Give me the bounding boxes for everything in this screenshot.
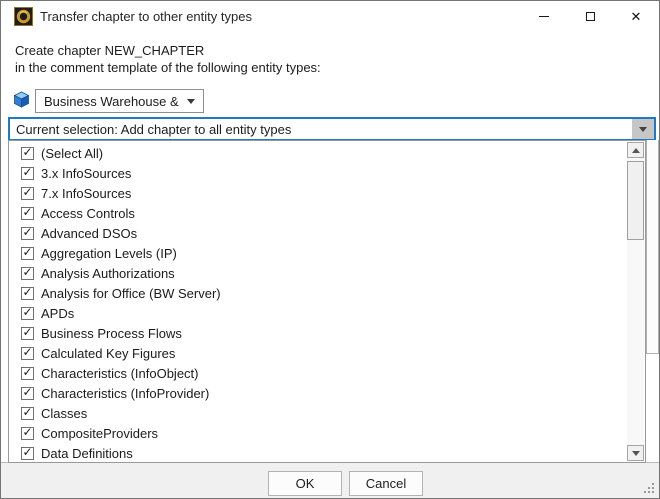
list-item-label: CompositeProviders (41, 426, 158, 441)
list-item-label: Access Controls (41, 206, 135, 221)
list-item[interactable]: ✓ Data Definitions (9, 443, 627, 462)
cancel-button[interactable]: Cancel (349, 471, 423, 496)
list-item[interactable]: ✓ CompositeProviders (9, 423, 627, 443)
check-icon: ✓ (22, 147, 32, 157)
list-item[interactable]: ✓ APDs (9, 303, 627, 323)
titlebar[interactable]: Transfer chapter to other entity types ✕ (1, 1, 659, 32)
list-item[interactable]: ✓ Classes (9, 403, 627, 423)
selection-combobox[interactable]: Current selection: Add chapter to all en… (8, 117, 656, 141)
check-icon: ✓ (22, 167, 32, 177)
check-icon: ✓ (22, 187, 32, 197)
entity-system-dropdown[interactable]: Business Warehouse & ERP (35, 89, 204, 113)
selection-combobox-dropdown-button[interactable] (632, 119, 654, 139)
check-icon: ✓ (22, 427, 32, 437)
list-item-label: Data Definitions (41, 446, 133, 461)
check-icon: ✓ (22, 407, 32, 417)
checkbox-checked[interactable]: ✓ (21, 327, 34, 340)
checkbox-checked[interactable]: ✓ (21, 447, 34, 460)
list-item-label: APDs (41, 306, 74, 321)
maximize-icon (586, 12, 595, 21)
checkbox-checked[interactable]: ✓ (21, 247, 34, 260)
check-icon: ✓ (22, 347, 32, 357)
chevron-down-icon (187, 99, 195, 104)
maximize-button[interactable] (567, 1, 613, 32)
list-item-label: Analysis Authorizations (41, 266, 175, 281)
chevron-down-icon (639, 127, 647, 132)
list-item-label: Characteristics (InfoObject) (41, 366, 199, 381)
resize-grip[interactable] (643, 482, 655, 494)
checkbox-checked[interactable]: ✓ (21, 207, 34, 220)
list-item[interactable]: ✓ Characteristics (InfoProvider) (9, 383, 627, 403)
scrollbar-thumb[interactable] (627, 161, 644, 240)
transfer-chapter-dialog: Transfer chapter to other entity types ✕… (0, 0, 660, 499)
minimize-icon (539, 16, 549, 17)
check-icon: ✓ (22, 247, 32, 257)
close-icon: ✕ (631, 10, 642, 23)
checkbox-checked[interactable]: ✓ (21, 227, 34, 240)
list-item[interactable]: ✓ Business Process Flows (9, 323, 627, 343)
footer: OK Cancel (1, 462, 659, 498)
list-item[interactable]: ✓ Analysis for Office (BW Server) (9, 283, 627, 303)
list-item[interactable]: ✓ Analysis Authorizations (9, 263, 627, 283)
list-item-label: Analysis for Office (BW Server) (41, 286, 221, 301)
check-icon: ✓ (22, 447, 32, 457)
checkbox-checked[interactable]: ✓ (21, 347, 34, 360)
list-item-label: Advanced DSOs (41, 226, 137, 241)
list-item[interactable]: ✓ Advanced DSOs (9, 223, 627, 243)
ok-button[interactable]: OK (268, 471, 342, 496)
list-item-label: 3.x InfoSources (41, 166, 131, 181)
list-item-label: Business Process Flows (41, 326, 182, 341)
window-controls: ✕ (521, 1, 659, 32)
check-icon: ✓ (22, 207, 32, 217)
list-item-label: Classes (41, 406, 87, 421)
check-icon: ✓ (22, 307, 32, 317)
checkbox-checked[interactable]: ✓ (21, 187, 34, 200)
app-icon (14, 7, 33, 26)
check-icon: ✓ (22, 327, 32, 337)
list-item[interactable]: ✓ 3.x InfoSources (9, 163, 627, 183)
list-item[interactable]: ✓ Characteristics (InfoObject) (9, 363, 627, 383)
triangle-down-icon (632, 451, 640, 456)
entity-system-value: Business Warehouse & ERP (44, 94, 183, 109)
intro-text: Create chapter NEW_CHAPTER in the commen… (15, 42, 321, 76)
scroll-up-button[interactable] (627, 142, 644, 158)
scroll-down-button[interactable] (627, 445, 644, 461)
selection-combobox-value: Current selection: Add chapter to all en… (16, 122, 291, 137)
check-icon: ✓ (22, 227, 32, 237)
background-table-scrollbar (646, 140, 659, 354)
checkbox-checked[interactable]: ✓ (21, 307, 34, 320)
checkbox-checked[interactable]: ✓ (21, 267, 34, 280)
cube-icon (13, 91, 30, 108)
check-icon: ✓ (22, 367, 32, 377)
intro-line1: Create chapter NEW_CHAPTER (15, 42, 321, 59)
check-icon: ✓ (22, 267, 32, 277)
list-item[interactable]: ✓ 7.x InfoSources (9, 183, 627, 203)
list-item-label: 7.x InfoSources (41, 186, 131, 201)
checkbox-checked[interactable]: ✓ (21, 287, 34, 300)
intro-line2: in the comment template of the following… (15, 59, 321, 76)
close-button[interactable]: ✕ (613, 1, 659, 32)
list-item-label: (Select All) (41, 146, 103, 161)
checkbox-checked[interactable]: ✓ (21, 167, 34, 180)
checkbox-checked[interactable]: ✓ (21, 147, 34, 160)
entity-type-dropdown-list: ✓ (Select All) ✓ 3.x InfoSources ✓ 7.x I… (8, 140, 646, 463)
list-scrollbar[interactable] (627, 142, 644, 461)
list-item[interactable]: ✓ Calculated Key Figures (9, 343, 627, 363)
entity-type-rows: ✓ (Select All) ✓ 3.x InfoSources ✓ 7.x I… (9, 142, 627, 462)
list-item-label: Characteristics (InfoProvider) (41, 386, 209, 401)
list-item-select-all[interactable]: ✓ (Select All) (9, 143, 627, 163)
minimize-button[interactable] (521, 1, 567, 32)
check-icon: ✓ (22, 387, 32, 397)
list-item-label: Aggregation Levels (IP) (41, 246, 177, 261)
triangle-up-icon (632, 148, 640, 153)
list-item[interactable]: ✓ Access Controls (9, 203, 627, 223)
list-item[interactable]: ✓ Aggregation Levels (IP) (9, 243, 627, 263)
list-item-label: Calculated Key Figures (41, 346, 175, 361)
check-icon: ✓ (22, 287, 32, 297)
checkbox-checked[interactable]: ✓ (21, 387, 34, 400)
window-title: Transfer chapter to other entity types (40, 1, 252, 32)
checkbox-checked[interactable]: ✓ (21, 407, 34, 420)
checkbox-checked[interactable]: ✓ (21, 427, 34, 440)
checkbox-checked[interactable]: ✓ (21, 367, 34, 380)
